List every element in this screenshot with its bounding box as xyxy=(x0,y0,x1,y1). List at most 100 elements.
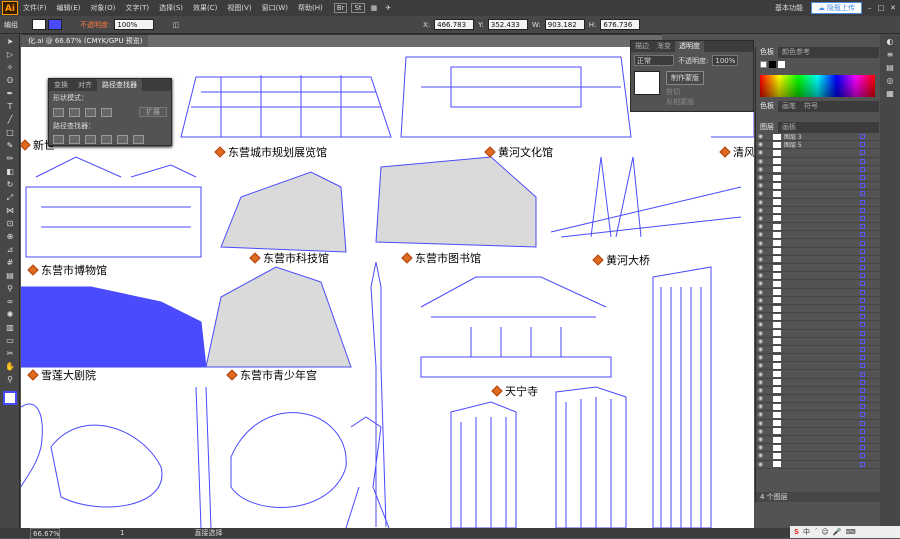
trim-icon[interactable] xyxy=(69,135,80,144)
tab-brushes[interactable]: 画笔 xyxy=(778,101,800,112)
layer-row[interactable]: ◉ xyxy=(756,264,879,273)
pencil-icon[interactable]: ✏ xyxy=(3,154,17,164)
layer-target-icon[interactable] xyxy=(860,314,865,320)
scale-icon[interactable]: ⤢ xyxy=(3,193,17,203)
rotate-icon[interactable]: ↻ xyxy=(3,180,17,190)
artboard-number[interactable]: 1 xyxy=(120,529,124,537)
close-icon[interactable]: ✕ xyxy=(890,4,896,12)
swatch-none[interactable] xyxy=(760,61,767,68)
rectangle-icon[interactable]: □ xyxy=(3,128,17,138)
layer-row[interactable]: ◉ xyxy=(756,338,879,346)
mesh-icon[interactable]: # xyxy=(3,258,17,268)
perspective-icon[interactable]: ⊿ xyxy=(3,245,17,255)
pen-icon[interactable]: ✒ xyxy=(3,89,17,99)
visibility-eye-icon[interactable]: ◉ xyxy=(756,280,765,287)
layer-row[interactable]: ◉ xyxy=(756,321,879,330)
graph-icon[interactable]: ▥ xyxy=(3,323,17,333)
w-input[interactable]: 903.182 xyxy=(544,19,585,30)
swatch-white[interactable] xyxy=(778,61,785,68)
visibility-eye-icon[interactable]: ◉ xyxy=(756,330,765,337)
tab-transform[interactable]: 变换 xyxy=(49,79,73,91)
layer-row[interactable]: ◉ xyxy=(756,166,879,174)
tab-color-guide[interactable]: 颜色参考 xyxy=(778,47,814,58)
blend-icon[interactable]: ∞ xyxy=(3,297,17,307)
minimize-icon[interactable]: – xyxy=(868,4,872,12)
visibility-eye-icon[interactable]: ◉ xyxy=(756,174,765,181)
menu-object[interactable]: 对象(O) xyxy=(85,3,120,13)
stroke-panel-icon[interactable]: ≡ xyxy=(883,50,897,60)
layer-row[interactable]: ◉ xyxy=(756,231,879,240)
x-input[interactable]: 466.783 xyxy=(434,19,475,30)
visibility-eye-icon[interactable]: ◉ xyxy=(756,395,765,402)
layer-row[interactable]: ◉ xyxy=(756,362,879,371)
eyedropper-icon[interactable]: ⚲ xyxy=(3,284,17,294)
emoji-icon[interactable]: ☺ xyxy=(822,528,829,536)
layer-row[interactable]: ◉ xyxy=(756,313,879,322)
layer-target-icon[interactable] xyxy=(860,355,865,361)
fill-swatch[interactable] xyxy=(32,19,46,30)
layer-target-icon[interactable] xyxy=(860,224,865,230)
visibility-eye-icon[interactable]: ◉ xyxy=(756,420,765,427)
visibility-eye-icon[interactable]: ◉ xyxy=(756,387,765,394)
make-mask-button[interactable]: 制作蒙版 xyxy=(666,71,704,85)
layer-row[interactable]: ◉ xyxy=(756,370,879,379)
layer-target-icon[interactable] xyxy=(860,289,865,295)
layer-target-icon[interactable] xyxy=(860,412,865,418)
stock-icon[interactable]: St xyxy=(351,3,365,13)
layer-target-icon[interactable] xyxy=(860,134,865,140)
eraser-icon[interactable]: ◧ xyxy=(3,167,17,177)
layer-row[interactable]: ◉ xyxy=(756,174,879,183)
layer-row[interactable]: ◉ xyxy=(756,452,879,461)
layer-target-icon[interactable] xyxy=(860,265,865,271)
layer-target-icon[interactable] xyxy=(860,306,865,312)
magic-wand-icon[interactable]: ✧ xyxy=(3,63,17,73)
layer-row[interactable]: ◉ xyxy=(756,379,879,387)
hand-icon[interactable]: ✋ xyxy=(3,362,17,372)
layer-target-icon[interactable] xyxy=(860,142,865,148)
layer-target-icon[interactable] xyxy=(860,371,865,377)
layer-row[interactable]: ◉ 图层 3 xyxy=(756,133,879,142)
zoom-icon[interactable]: ⚲ xyxy=(3,375,17,385)
visibility-eye-icon[interactable]: ◉ xyxy=(756,166,765,173)
visibility-eye-icon[interactable]: ◉ xyxy=(756,272,765,279)
layer-target-icon[interactable] xyxy=(860,248,865,254)
tab-swatches-2[interactable]: 色板 xyxy=(756,101,778,112)
visibility-eye-icon[interactable]: ◉ xyxy=(756,403,765,410)
visibility-eye-icon[interactable]: ◉ xyxy=(756,461,765,468)
visibility-eye-icon[interactable]: ◉ xyxy=(756,444,765,451)
visibility-eye-icon[interactable]: ◉ xyxy=(756,199,765,206)
layer-target-icon[interactable] xyxy=(860,420,865,426)
selection-icon[interactable]: ➤ xyxy=(3,37,17,47)
visibility-eye-icon[interactable]: ◉ xyxy=(756,297,765,304)
menu-help[interactable]: 帮助(H) xyxy=(293,3,328,13)
tab-stroke[interactable]: 描边 xyxy=(631,41,653,52)
layer-row[interactable]: ◉ xyxy=(756,239,879,248)
layer-row[interactable]: ◉ xyxy=(756,330,879,338)
document-tab[interactable]: 化.ai @ 66.67% (CMYK/GPU 预览) xyxy=(22,35,149,47)
punctuation-icon[interactable]: ˊ xyxy=(814,528,818,536)
maximize-icon[interactable]: □ xyxy=(878,4,885,12)
layer-row[interactable]: ◉ xyxy=(756,461,879,469)
layer-row[interactable]: ◉ xyxy=(756,158,879,166)
tab-symbols[interactable]: 符号 xyxy=(800,101,822,112)
type-icon[interactable]: T xyxy=(3,102,17,112)
visibility-eye-icon[interactable]: ◉ xyxy=(756,182,765,189)
layer-target-icon[interactable] xyxy=(860,297,865,303)
layer-row[interactable]: ◉ xyxy=(756,395,879,404)
layer-target-icon[interactable] xyxy=(860,166,865,172)
arrange-icon[interactable]: ▦ xyxy=(371,4,378,12)
tab-swatches[interactable]: 色板 xyxy=(756,47,778,58)
layer-target-icon[interactable] xyxy=(860,322,865,328)
layer-row[interactable]: ◉ xyxy=(756,297,879,305)
layer-row[interactable]: ◉ xyxy=(756,444,879,453)
visibility-eye-icon[interactable]: ◉ xyxy=(756,428,765,435)
free-transform-icon[interactable]: ⊡ xyxy=(3,219,17,229)
keyboard-icon[interactable]: ⌨ xyxy=(846,528,856,536)
layer-target-icon[interactable] xyxy=(860,445,865,451)
layer-target-icon[interactable] xyxy=(860,281,865,287)
color-spectrum[interactable] xyxy=(760,75,875,97)
layer-target-icon[interactable] xyxy=(860,232,865,238)
bridge-icon[interactable]: Br xyxy=(333,3,348,13)
line-icon[interactable]: ╱ xyxy=(3,115,17,125)
menu-edit[interactable]: 编辑(E) xyxy=(52,3,86,13)
